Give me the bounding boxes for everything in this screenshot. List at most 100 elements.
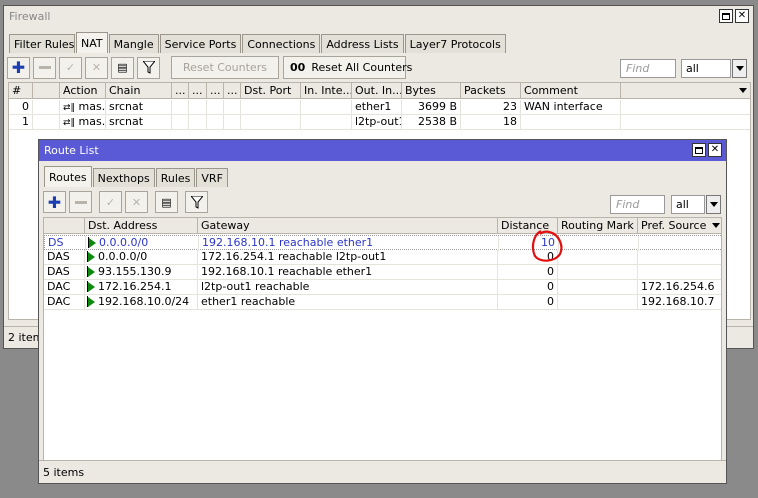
- tab-nat[interactable]: NAT: [76, 32, 108, 53]
- remove-button[interactable]: [33, 56, 56, 79]
- filter-icon: [190, 195, 203, 209]
- tab-address-lists[interactable]: Address Lists: [321, 34, 404, 53]
- column-menu-icon[interactable]: [739, 88, 747, 93]
- col-pref-source[interactable]: Pref. Source: [638, 218, 721, 234]
- col-gateway[interactable]: Gateway: [198, 218, 498, 234]
- row-number: 1: [9, 115, 33, 130]
- comment-button[interactable]: ▤: [111, 56, 134, 79]
- route-list-title: Route List: [44, 144, 99, 157]
- maximize-icon[interactable]: [692, 143, 706, 157]
- col-flags[interactable]: [44, 218, 85, 234]
- hidden-cell-1: [172, 115, 189, 130]
- disable-button[interactable]: ✕: [85, 56, 108, 79]
- bytes-cell: 2538 B: [402, 115, 461, 130]
- distance-cell: 0: [498, 280, 558, 295]
- col-empty: [621, 83, 750, 99]
- column-menu-icon[interactable]: [712, 223, 720, 228]
- comment-cell: [521, 115, 621, 130]
- col-dst-address[interactable]: Dst. Address: [85, 218, 198, 234]
- pref-source-cell: 172.16.254.6: [638, 280, 721, 295]
- tab-mangle[interactable]: Mangle: [108, 34, 159, 53]
- table-row[interactable]: 1 ⇄‖ mas... srcnat l2tp-out1 2538 B 18: [9, 115, 750, 130]
- table-row[interactable]: DS 0.0.0.0/0 192.168.10.1 reachable ethe…: [44, 235, 721, 251]
- route-flag-icon: [87, 251, 95, 262]
- route-list-window: Route List ✕ Routes Nexthops Rules VRF ✚…: [38, 139, 727, 484]
- tab-layer7-protocols[interactable]: Layer7 Protocols: [404, 34, 506, 53]
- col-hidden-1[interactable]: ...: [172, 83, 189, 99]
- firewall-title: Firewall: [9, 10, 51, 23]
- flags-cell: DAC: [44, 280, 85, 295]
- gateway-cell: l2tp-out1 reachable: [198, 280, 498, 295]
- col-in-interface[interactable]: In. Inte...: [301, 83, 352, 99]
- col-dst-port[interactable]: Dst. Port: [241, 83, 301, 99]
- col-chain[interactable]: Chain: [106, 83, 172, 99]
- packets-cell: 23: [461, 100, 521, 115]
- action-value: mas...: [78, 100, 106, 113]
- firewall-find-input[interactable]: Find: [620, 59, 676, 78]
- reset-all-counters-label: Reset All Counters: [311, 61, 413, 74]
- comment-button[interactable]: ▤: [155, 191, 178, 213]
- firewall-titlebar[interactable]: Firewall ✕: [4, 6, 753, 27]
- table-row[interactable]: DAS 0.0.0.0/0 172.16.254.1 reachable l2t…: [44, 250, 721, 265]
- flags-cell: DS: [45, 236, 86, 251]
- col-out-interface[interactable]: Out. In...: [352, 83, 402, 99]
- close-icon[interactable]: ✕: [708, 143, 722, 157]
- add-button[interactable]: ✚: [43, 191, 66, 213]
- route-list-titlebar[interactable]: Route List ✕: [39, 140, 726, 161]
- table-row[interactable]: DAC 192.168.10.0/24 ether1 reachable 0 1…: [44, 295, 721, 310]
- table-row[interactable]: DAC 172.16.254.1 l2tp-out1 reachable 0 1…: [44, 280, 721, 295]
- hidden-cell-3: [207, 115, 224, 130]
- maximize-icon[interactable]: [719, 9, 733, 23]
- col-routing-mark[interactable]: Routing Mark: [558, 218, 638, 234]
- firewall-filter-select[interactable]: all: [681, 59, 731, 78]
- chevron-down-icon[interactable]: [706, 195, 721, 214]
- col-hidden-4[interactable]: ...: [224, 83, 241, 99]
- chain-cell: srcnat: [106, 115, 172, 130]
- hidden-cell-4: [224, 115, 241, 130]
- col-num[interactable]: #: [9, 83, 33, 99]
- pref-source-cell: [639, 236, 721, 251]
- tab-filter-rules[interactable]: Filter Rules: [9, 34, 75, 53]
- tab-routes[interactable]: Routes: [44, 166, 92, 187]
- row-number: 0: [9, 100, 33, 115]
- filter-button[interactable]: [185, 191, 208, 213]
- route-filter-select[interactable]: all: [671, 195, 705, 214]
- tab-vrf[interactable]: VRF: [196, 168, 228, 187]
- hidden-cell-3: [207, 100, 224, 115]
- dst-address-cell: 93.155.130.9: [85, 265, 198, 280]
- routing-mark-cell: [558, 280, 638, 295]
- routing-mark-cell: [558, 295, 638, 310]
- enable-button[interactable]: ✓: [59, 56, 82, 79]
- nat-table-header: # Action Chain ... ... ... ... Dst. Port…: [9, 83, 750, 99]
- pref-source-cell: [638, 250, 721, 265]
- table-row[interactable]: DAS 93.155.130.9 192.168.10.1 reachable …: [44, 265, 721, 280]
- tab-rules[interactable]: Rules: [155, 168, 196, 187]
- reset-counters-button[interactable]: Reset Counters: [171, 56, 279, 79]
- close-icon[interactable]: ✕: [735, 9, 749, 23]
- route-flag-icon: [87, 266, 95, 277]
- tab-connections[interactable]: Connections: [242, 34, 321, 53]
- route-find-input[interactable]: Find: [610, 195, 665, 214]
- tab-nexthops[interactable]: Nexthops: [92, 168, 155, 187]
- disable-button[interactable]: ✕: [125, 191, 148, 213]
- col-comment[interactable]: Comment: [521, 83, 621, 99]
- col-pref-source-label: Pref. Source: [641, 219, 707, 232]
- chevron-down-icon[interactable]: [732, 59, 747, 78]
- table-row[interactable]: 0 ⇄‖ mas... srcnat ether1 3699 B 23 WAN …: [9, 100, 750, 115]
- col-action[interactable]: Action: [60, 83, 106, 99]
- col-bytes[interactable]: Bytes: [402, 83, 461, 99]
- col-hidden-3[interactable]: ...: [207, 83, 224, 99]
- out-interface-cell: ether1: [352, 100, 402, 115]
- dst-address-cell: 192.168.10.0/24: [85, 295, 198, 310]
- col-spacer: [33, 83, 60, 99]
- reset-all-counters-button[interactable]: 00 Reset All Counters: [283, 56, 412, 79]
- masquerade-icon: ⇄‖: [63, 118, 76, 128]
- tab-service-ports[interactable]: Service Ports: [159, 34, 242, 53]
- filter-button[interactable]: [137, 56, 160, 79]
- remove-button[interactable]: [69, 191, 92, 213]
- enable-button[interactable]: ✓: [99, 191, 122, 213]
- col-hidden-2[interactable]: ...: [189, 83, 207, 99]
- col-packets[interactable]: Packets: [461, 83, 521, 99]
- dst-address-cell: 0.0.0.0/0: [86, 236, 199, 251]
- add-button[interactable]: ✚: [7, 56, 30, 79]
